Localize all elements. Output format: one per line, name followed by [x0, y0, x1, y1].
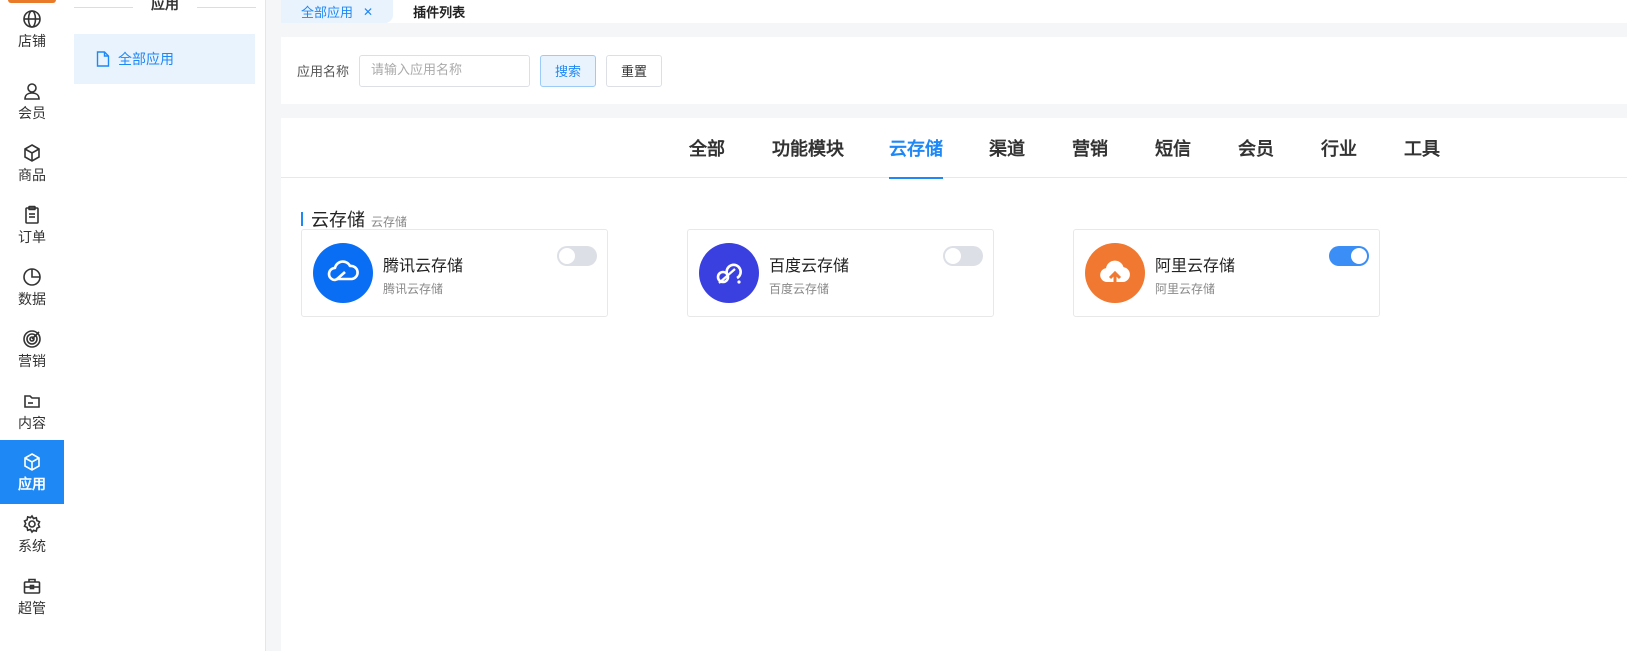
category-tab[interactable]: 渠道: [989, 118, 1025, 178]
nav-item-label: 店铺: [18, 34, 46, 50]
nav-item-member[interactable]: 会员: [0, 69, 64, 133]
sub-nav-title: 应用: [151, 0, 179, 13]
baidu-cloud-logo-icon: [699, 243, 759, 303]
gear-icon: [21, 513, 43, 535]
enable-toggle[interactable]: [1329, 246, 1369, 266]
category-tab[interactable]: 会员: [1238, 118, 1274, 178]
nav-item-shop[interactable]: 店铺: [0, 0, 64, 61]
category-tab[interactable]: 行业: [1321, 118, 1357, 178]
clipboard-icon: [21, 204, 43, 226]
main-nav-rail: 店铺 会员 商品 订单 数据 营销 内容 应用 系统 超管: [0, 0, 64, 651]
sub-nav-item-label: 全部应用: [118, 52, 174, 68]
nav-item-system[interactable]: 系统: [0, 502, 64, 566]
tencent-cloud-logo-icon: [313, 243, 373, 303]
category-tab[interactable]: 营销: [1072, 118, 1108, 178]
app-card-aliyun[interactable]: 阿里云存储 阿里云存储: [1073, 229, 1380, 317]
sub-nav-item-all-apps[interactable]: 全部应用: [74, 34, 255, 84]
search-button[interactable]: 搜索: [540, 54, 597, 87]
nav-item-apps[interactable]: 应用: [0, 440, 64, 504]
tab-all-apps[interactable]: 全部应用 ✕: [281, 0, 394, 23]
app-card-baidu[interactable]: 百度云存储 百度云存储: [687, 229, 994, 317]
box-icon: [21, 142, 43, 164]
app-desc: 腾讯云存储: [383, 282, 444, 296]
page-tab-bar: 全部应用 ✕ 插件列表: [281, 0, 1627, 23]
nav-item-label: 会员: [18, 106, 46, 122]
nav-item-label: 数据: [18, 292, 46, 308]
category-tab[interactable]: 全部: [689, 118, 725, 178]
enable-toggle[interactable]: [943, 246, 983, 266]
toggle-knob: [945, 248, 961, 264]
aliyun-cloud-logo-icon: [1085, 243, 1145, 303]
tab-label: 插件列表: [413, 6, 466, 21]
sub-nav-section-title: 应用: [74, 0, 256, 14]
reset-button[interactable]: 重置: [606, 54, 663, 87]
category-tab[interactable]: 工具: [1404, 118, 1440, 178]
nav-item-label: 营销: [18, 354, 46, 370]
nav-item-content[interactable]: 内容: [0, 379, 64, 443]
tab-plugin-list[interactable]: 插件列表: [393, 0, 485, 23]
nav-item-orders[interactable]: 订单: [0, 193, 64, 257]
app-desc: 百度云存储: [769, 282, 830, 296]
pie-chart-icon: [21, 266, 43, 288]
app-name: 阿里云存储: [1155, 256, 1236, 275]
nav-item-label: 内容: [18, 416, 46, 432]
cube-icon: [21, 451, 43, 473]
app-name-input[interactable]: [359, 54, 531, 87]
app-name-label: 应用名称: [297, 65, 350, 80]
main-area: 全部应用 ✕ 插件列表 应用名称 搜索 重置 全部 功能模块 云存储 渠道 营销…: [267, 0, 1627, 651]
target-icon: [21, 328, 43, 350]
app-desc: 阿里云存储: [1155, 282, 1216, 296]
nav-item-data[interactable]: 数据: [0, 255, 64, 319]
folder-icon: [21, 390, 43, 412]
category-tab[interactable]: 短信: [1155, 118, 1191, 178]
nav-item-superadmin[interactable]: 超管: [0, 564, 64, 628]
category-tab[interactable]: 功能模块: [772, 118, 844, 178]
nav-item-label: 订单: [18, 230, 46, 246]
nav-item-goods[interactable]: 商品: [0, 131, 64, 195]
group-subtitle: 云存储: [371, 215, 408, 229]
category-tabs: 全部 功能模块 云存储 渠道 营销 短信 会员 行业 工具: [281, 118, 1627, 179]
sub-nav: 应用 全部应用: [64, 0, 266, 651]
nav-item-marketing[interactable]: 营销: [0, 317, 64, 381]
category-tab-active[interactable]: 云存储: [889, 118, 943, 179]
app-name: 百度云存储: [769, 256, 850, 275]
nav-item-label: 超管: [18, 601, 46, 617]
globe-icon: [21, 8, 43, 30]
app-card-tencent[interactable]: 腾讯云存储 腾讯云存储: [301, 229, 608, 317]
document-icon: [96, 51, 110, 67]
heading-accent-bar: [301, 212, 303, 226]
tab-label: 全部应用: [301, 6, 354, 21]
user-icon: [21, 80, 43, 102]
toggle-knob: [559, 248, 575, 264]
briefcase-icon: [21, 575, 43, 597]
app-name: 腾讯云存储: [383, 256, 464, 275]
nav-item-label: 系统: [18, 539, 46, 555]
close-icon[interactable]: ✕: [363, 5, 373, 19]
nav-item-label: 商品: [18, 168, 46, 184]
toggle-knob: [1351, 248, 1367, 264]
nav-item-label: 应用: [18, 477, 46, 493]
divider: [197, 6, 256, 8]
app-list-panel: 全部 功能模块 云存储 渠道 营销 短信 会员 行业 工具 云存储 云存储 腾讯…: [281, 118, 1627, 651]
enable-toggle[interactable]: [557, 246, 597, 266]
filter-bar: 应用名称 搜索 重置: [281, 37, 1627, 104]
divider: [74, 6, 133, 8]
